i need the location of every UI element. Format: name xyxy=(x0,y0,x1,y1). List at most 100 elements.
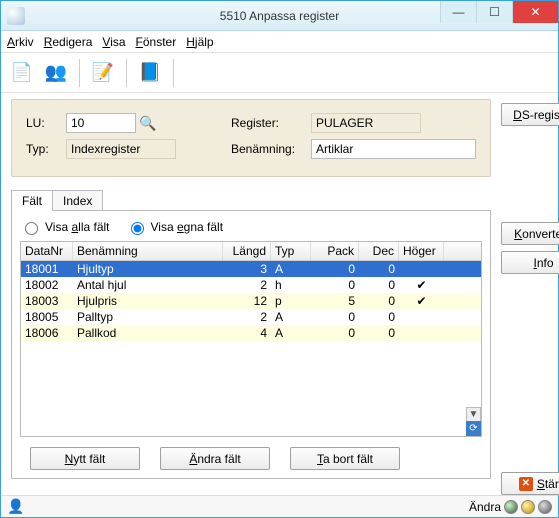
close-window-button[interactable]: ✕ xyxy=(512,1,558,23)
menu-fonster[interactable]: FönsterFönster xyxy=(136,35,177,49)
register-groupbox: LU: 🔍 Typ: Indexregister Register: PULAG… xyxy=(11,99,491,177)
cell-dec: 0 xyxy=(359,309,399,325)
new-field-button[interactable]: Nytt fältNytt fält xyxy=(30,447,140,470)
menu-visa[interactable]: VisaVisa xyxy=(102,35,125,49)
toolbar-sep xyxy=(173,59,174,87)
info-button[interactable]: InfoInfo xyxy=(501,251,559,274)
toolbar-edit-icon[interactable]: 📝 xyxy=(88,58,118,88)
cell-hoger: ✔ xyxy=(399,293,444,309)
cell-benamning: Antal hjul xyxy=(73,277,223,293)
col-pack[interactable]: Pack xyxy=(311,242,359,260)
tab-panel-falt: Visa alla fältVisa alla fält Visa egna f… xyxy=(11,210,491,479)
toolbar-help-icon[interactable]: 📘 xyxy=(135,58,165,88)
status-bar: 👤 Ändra xyxy=(1,495,558,517)
cell-datanr: 18002 xyxy=(21,277,73,293)
ds-register-button[interactable]: DS-registerDS-register xyxy=(501,103,559,126)
menu-redigera[interactable]: RedigeraRedigera xyxy=(44,35,93,49)
menu-hjalp[interactable]: HjälpHjälp xyxy=(186,35,213,49)
toolbar-sep xyxy=(79,59,80,87)
cell-datanr: 18006 xyxy=(21,325,73,341)
benamning-label: Benämning: xyxy=(231,142,311,156)
fields-grid[interactable]: DataNr Benämning Längd Typ Pack Dec Höge… xyxy=(20,241,482,437)
grid-body: 18001Hjultyp3A0018002Antal hjul2h00✔1800… xyxy=(21,261,481,341)
user-icon: 👤 xyxy=(7,498,24,515)
cell-pack: 0 xyxy=(311,277,359,293)
cell-datanr: 18005 xyxy=(21,309,73,325)
grid-header: DataNr Benämning Längd Typ Pack Dec Höge… xyxy=(21,242,481,261)
cell-typ: A xyxy=(271,325,311,341)
table-row[interactable]: 18003Hjulpris12p50✔ xyxy=(21,293,481,309)
cell-langd: 2 xyxy=(223,277,271,293)
cell-benamning: Hjultyp xyxy=(73,261,223,277)
cell-langd: 2 xyxy=(223,309,271,325)
cell-typ: p xyxy=(271,293,311,309)
tab-index[interactable]: Index xyxy=(52,190,103,211)
status-led-1-icon xyxy=(504,500,518,514)
cell-benamning: Pallkod xyxy=(73,325,223,341)
col-dec[interactable]: Dec xyxy=(359,242,399,260)
menu-arkiv[interactable]: AArkivrkiv xyxy=(7,35,34,49)
col-datanr[interactable]: DataNr xyxy=(21,242,73,260)
cell-pack: 0 xyxy=(311,309,359,325)
cell-typ: A xyxy=(271,309,311,325)
toolbar-doc-icon[interactable]: 📄 xyxy=(7,58,37,88)
scrollbar-down-icon[interactable]: ▼ xyxy=(466,407,481,422)
konvertera-button[interactable]: KonverteraKonvertera xyxy=(501,222,559,245)
cell-langd: 4 xyxy=(223,325,271,341)
typ-label: Typ: xyxy=(26,142,66,156)
cell-dec: 0 xyxy=(359,293,399,309)
col-langd[interactable]: Längd xyxy=(223,242,271,260)
col-hoger[interactable]: Höger xyxy=(399,242,444,260)
cell-pack: 0 xyxy=(311,261,359,277)
status-led-3-icon xyxy=(538,500,552,514)
col-benamning[interactable]: Benämning xyxy=(73,242,223,260)
cell-datanr: 18001 xyxy=(21,261,73,277)
table-row[interactable]: 18001Hjultyp3A00 xyxy=(21,261,481,277)
close-icon: ✕ xyxy=(519,477,533,491)
minimize-button[interactable]: — xyxy=(440,1,476,23)
search-icon[interactable]: 🔍 xyxy=(138,113,158,133)
status-led-2-icon xyxy=(521,500,535,514)
toolbar-users-icon[interactable]: 👥 xyxy=(41,58,71,88)
cell-dec: 0 xyxy=(359,261,399,277)
register-label: Register: xyxy=(231,116,311,130)
cell-typ: h xyxy=(271,277,311,293)
grid-corner-icon[interactable]: ⟳ xyxy=(466,421,481,436)
delete-field-button[interactable]: Ta bort fältTa bort fält xyxy=(290,447,400,470)
cell-pack: 0 xyxy=(311,325,359,341)
side-buttons: DS-registerDS-register KonverteraKonvert… xyxy=(501,93,559,495)
benamning-input[interactable] xyxy=(311,139,476,159)
lu-input[interactable] xyxy=(66,113,136,133)
edit-field-button[interactable]: Ändra fältÄndra fält xyxy=(160,447,270,470)
toolbar-sep xyxy=(126,59,127,87)
radio-visa-egna[interactable]: Visa egna fältVisa egna fält xyxy=(126,219,224,235)
radio-visa-egna-input[interactable] xyxy=(131,222,144,235)
toolbar: 📄 👥 📝 📘 xyxy=(1,53,558,93)
tab-falt[interactable]: Fält xyxy=(11,190,53,211)
cell-typ: A xyxy=(271,261,311,277)
app-icon xyxy=(7,7,25,25)
cell-dec: 0 xyxy=(359,277,399,293)
register-value: PULAGER xyxy=(311,113,421,133)
cell-langd: 3 xyxy=(223,261,271,277)
radio-visa-alla-input[interactable] xyxy=(25,222,38,235)
close-button[interactable]: ✕ StängStäng xyxy=(501,472,559,495)
status-andra-label: Ändra xyxy=(469,500,501,514)
cell-hoger: ✔ xyxy=(399,277,444,293)
cell-hoger xyxy=(399,325,444,341)
radio-visa-alla[interactable]: Visa alla fältVisa alla fält xyxy=(20,219,110,235)
window-buttons: — ☐ ✕ xyxy=(440,1,558,23)
cell-datanr: 18003 xyxy=(21,293,73,309)
typ-value: Indexregister xyxy=(66,139,176,159)
col-typ[interactable]: Typ xyxy=(271,242,311,260)
table-row[interactable]: 18006Pallkod4A00 xyxy=(21,325,481,341)
tab-container: Fält Index Visa alla fältVisa alla fält … xyxy=(11,189,491,479)
cell-dec: 0 xyxy=(359,325,399,341)
table-row[interactable]: 18002Antal hjul2h00✔ xyxy=(21,277,481,293)
cell-benamning: Palltyp xyxy=(73,309,223,325)
cell-hoger xyxy=(399,309,444,325)
cell-benamning: Hjulpris xyxy=(73,293,223,309)
table-row[interactable]: 18005Palltyp2A00 xyxy=(21,309,481,325)
menu-bar: AArkivrkiv RedigeraRedigera VisaVisa Fön… xyxy=(1,31,558,53)
maximize-button[interactable]: ☐ xyxy=(476,1,512,23)
